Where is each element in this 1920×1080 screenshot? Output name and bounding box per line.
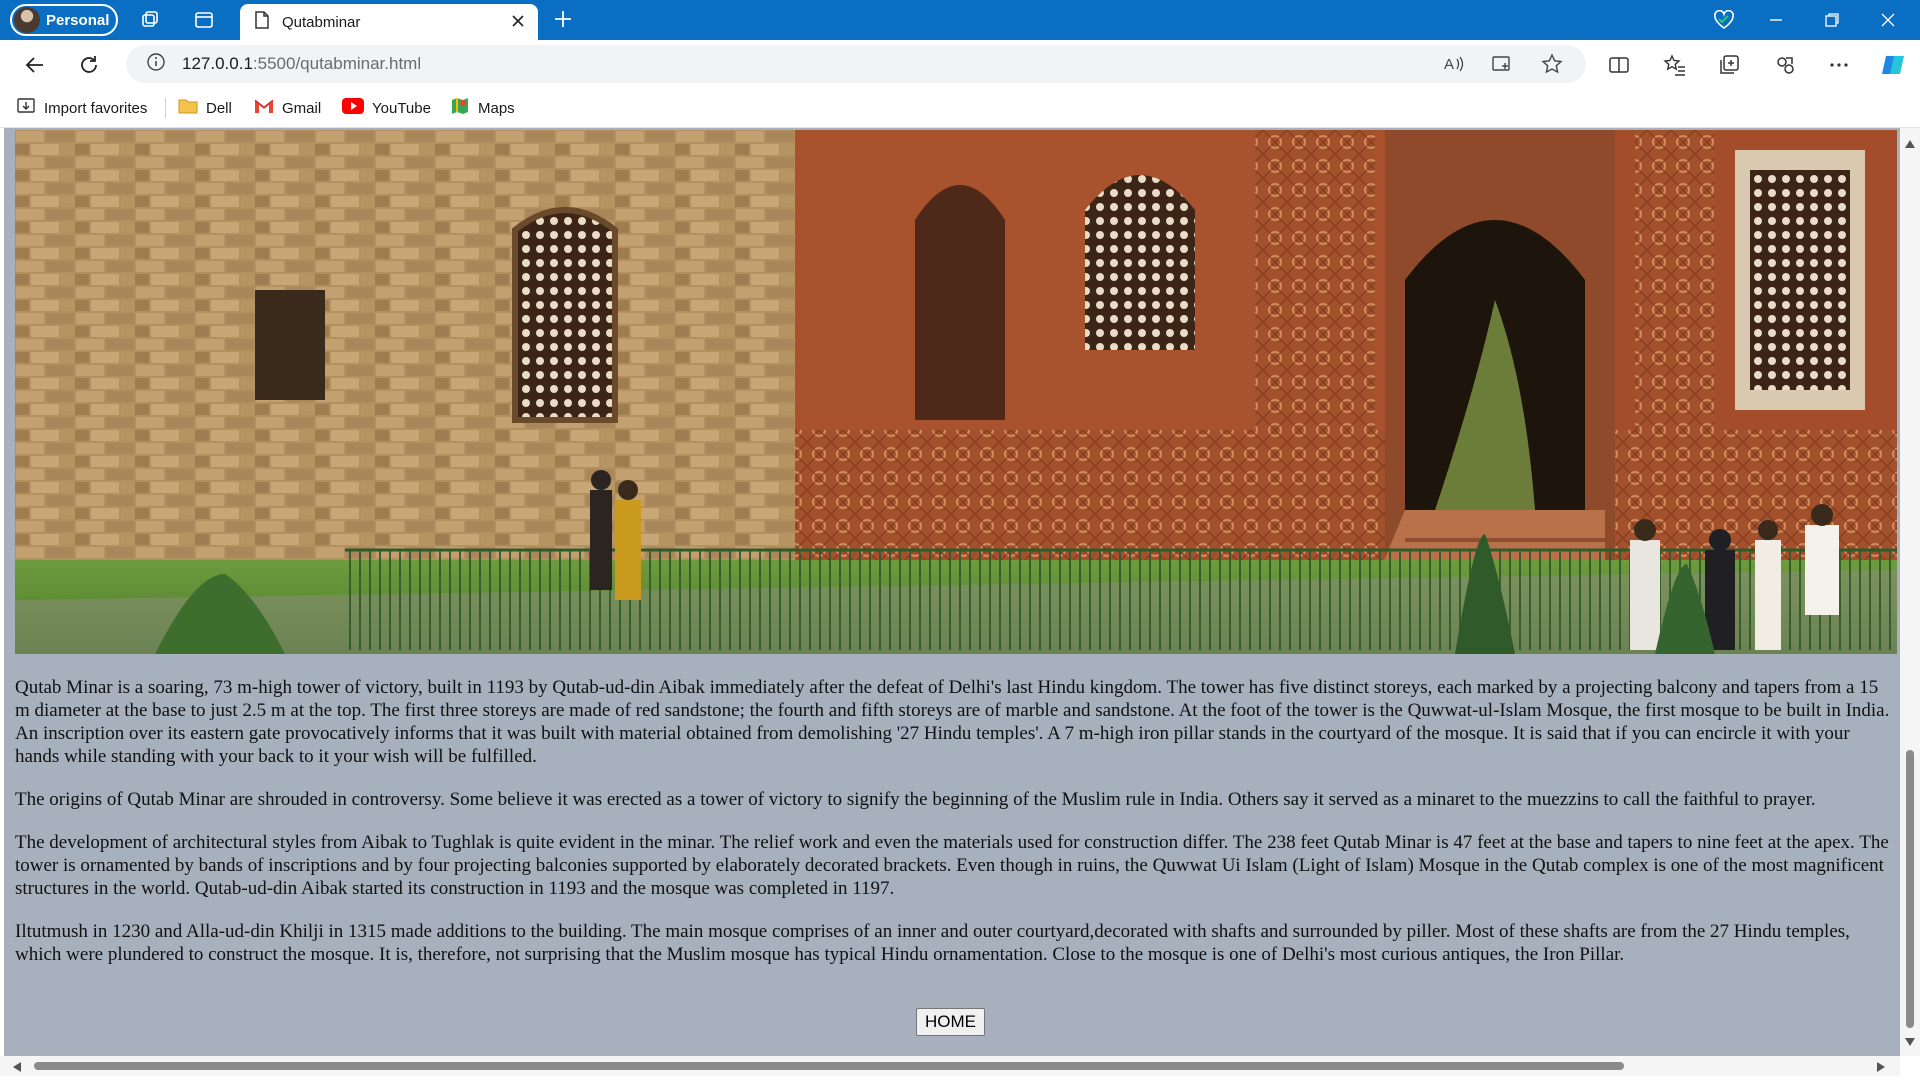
horizontal-scrollbar[interactable] (0, 1056, 1900, 1076)
read-aloud-icon[interactable]: A (1442, 52, 1466, 76)
restore-icon[interactable] (1820, 8, 1844, 32)
favorite-maps[interactable]: Maps (450, 96, 515, 120)
url-path: :5500/qutabminar.html (252, 54, 422, 73)
copilot-icon[interactable] (1880, 52, 1906, 78)
url-host: 127.0.0.1 (182, 54, 253, 73)
scroll-down-icon[interactable] (1904, 1034, 1916, 1052)
collections-icon[interactable] (1716, 52, 1742, 78)
profile-label: Personal (46, 11, 110, 29)
horizontal-scroll-thumb[interactable] (34, 1062, 1624, 1070)
workspaces-icon[interactable] (138, 8, 162, 32)
favorite-star-icon[interactable] (1540, 52, 1564, 76)
scroll-up-icon[interactable] (1904, 136, 1916, 154)
page-body: Qutab Minar is a soaring, 73 m-high towe… (4, 128, 1901, 1056)
more-options-icon[interactable] (1826, 52, 1852, 78)
back-icon[interactable] (22, 52, 48, 78)
navigation-toolbar: 127.0.0.1:5500/qutabminar.html A (0, 40, 1920, 88)
favorites-bar: Import favorites Dell Gmail YouTube Maps (0, 88, 1920, 128)
close-tab-icon[interactable] (510, 13, 526, 34)
home-button-container: HOME (4, 1008, 1897, 1036)
copilot-heart-icon[interactable] (1712, 8, 1736, 32)
tab-qutabminar[interactable]: Qutabminar (240, 4, 538, 40)
close-window-icon[interactable] (1876, 8, 1900, 32)
favorites-divider (165, 98, 166, 118)
scroll-right-icon[interactable] (1876, 1060, 1886, 1078)
favorite-youtube[interactable]: YouTube (342, 96, 431, 120)
minimize-icon[interactable] (1764, 8, 1788, 32)
favorite-label: Maps (478, 99, 515, 117)
paragraph: Iltutmush in 1230 and Alla-ud-din Khilji… (15, 921, 1850, 965)
favorite-dell[interactable]: Dell (178, 96, 232, 120)
extensions-icon[interactable] (1772, 52, 1798, 78)
import-icon (16, 96, 36, 120)
maps-icon (450, 96, 470, 120)
title-bar: Personal Qutabminar (0, 0, 1920, 40)
favorite-label: Gmail (282, 99, 322, 117)
url-text[interactable]: 127.0.0.1:5500/qutabminar.html (182, 54, 421, 74)
refresh-icon[interactable] (76, 52, 102, 78)
address-bar[interactable]: 127.0.0.1:5500/qutabminar.html A (126, 45, 1586, 83)
split-screen-icon[interactable] (1606, 52, 1632, 78)
site-info-icon[interactable] (146, 52, 166, 77)
hero-image (15, 130, 1897, 654)
gmail-icon (254, 98, 274, 118)
favorites-icon[interactable] (1662, 52, 1688, 78)
favorite-label: Import favorites (44, 99, 148, 117)
favorite-gmail[interactable]: Gmail (254, 96, 321, 120)
avatar (14, 7, 40, 33)
new-tab-icon[interactable] (552, 8, 574, 35)
article-content: Qutab Minar is a soaring, 73 m-high towe… (15, 676, 1893, 986)
scroll-left-icon[interactable] (12, 1060, 22, 1078)
document-icon (254, 10, 270, 34)
home-button[interactable]: HOME (916, 1008, 985, 1036)
favorite-import[interactable]: Import favorites (16, 96, 147, 120)
paragraph: Qutab Minar is a soaring, 73 m-high towe… (15, 677, 1890, 767)
immersive-reader-icon[interactable] (1490, 52, 1514, 76)
favorite-label: YouTube (372, 99, 431, 117)
paragraph: The origins of Qutab Minar are shrouded … (15, 789, 1816, 810)
profile-button[interactable]: Personal (10, 4, 118, 36)
svg-text:A: A (1444, 56, 1454, 73)
favorite-label: Dell (206, 99, 232, 117)
folder-icon (178, 97, 198, 119)
youtube-icon (342, 98, 364, 118)
tab-title: Qutabminar (282, 13, 361, 31)
vertical-scrollbar[interactable] (1900, 128, 1920, 1056)
tab-actions-icon[interactable] (192, 8, 216, 32)
page-viewport: Qutab Minar is a soaring, 73 m-high towe… (0, 128, 1920, 1080)
vertical-scroll-thumb[interactable] (1906, 750, 1914, 1028)
paragraph: The development of architectural styles … (15, 832, 1889, 899)
